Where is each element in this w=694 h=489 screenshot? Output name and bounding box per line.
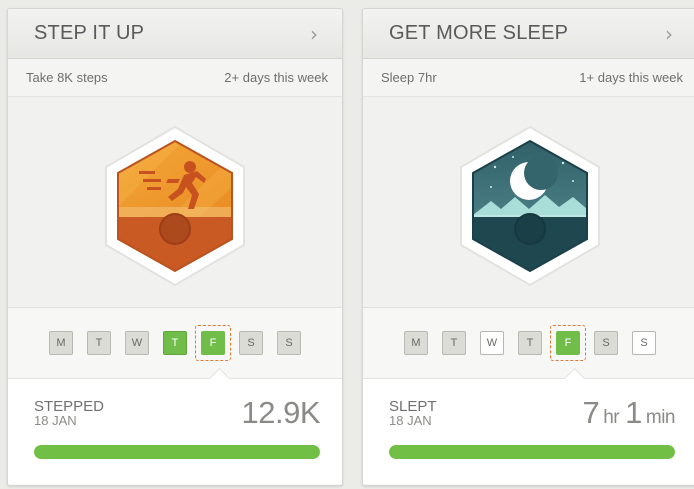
card-title: STEP IT UP (34, 22, 145, 44)
stat-value: 12.9K (241, 395, 320, 430)
day-monday[interactable]: M (404, 331, 428, 355)
stat-label: SLEPT (389, 398, 437, 415)
day-friday[interactable]: F (195, 325, 231, 361)
hours-unit: hr (603, 407, 620, 428)
day-sunday[interactable]: S (632, 331, 656, 355)
goal-row: Take 8K steps 2+ days this week (8, 59, 342, 97)
step-it-up-header[interactable]: STEP IT UP › (8, 9, 342, 59)
stat-area: STEPPED 18 JAN 12.9K (8, 379, 342, 484)
goal-text: Sleep 7hr (381, 70, 437, 85)
card-title: GET MORE SLEEP (389, 22, 569, 44)
badge-area (363, 97, 694, 308)
stat-date: 18 JAN (389, 413, 432, 428)
running-badge-icon (105, 125, 245, 287)
minutes-unit: min (645, 407, 676, 428)
stat-label: STEPPED (34, 398, 105, 415)
chevron-right-icon[interactable]: › (665, 22, 673, 46)
progress-bar (34, 445, 320, 459)
weekday-selector: M T W T F S S (363, 308, 694, 390)
progress-fill (34, 445, 320, 459)
get-more-sleep-header[interactable]: GET MORE SLEEP › (363, 9, 694, 59)
progress-fill (389, 445, 675, 459)
day-tuesday[interactable]: T (442, 331, 466, 355)
day-sunday[interactable]: S (277, 331, 301, 355)
day-friday[interactable]: F (550, 325, 586, 361)
minutes-value: 1 (625, 395, 642, 430)
goal-target: 1+ days this week (579, 70, 683, 85)
sleep-badge-icon (460, 125, 600, 287)
badge-area (8, 97, 342, 308)
stat-value: 7 hr 1 min (582, 395, 675, 431)
day-wednesday[interactable]: W (125, 331, 149, 355)
hours-value: 7 (582, 395, 600, 430)
step-it-up-card: STEP IT UP › Take 8K steps 2+ days this … (7, 8, 343, 486)
day-monday[interactable]: M (49, 331, 73, 355)
get-more-sleep-card: GET MORE SLEEP › Sleep 7hr 1+ days this … (362, 8, 694, 486)
day-tuesday[interactable]: T (87, 331, 111, 355)
goal-row: Sleep 7hr 1+ days this week (363, 59, 694, 97)
stat-area: SLEPT 18 JAN 7 hr 1 min (363, 379, 694, 484)
day-thursday[interactable]: T (163, 331, 187, 355)
stat-date: 18 JAN (34, 413, 77, 428)
goal-text: Take 8K steps (26, 70, 108, 85)
weekday-selector: M T W T F S S (8, 308, 342, 390)
day-wednesday[interactable]: W (480, 331, 504, 355)
goal-target: 2+ days this week (224, 70, 328, 85)
day-saturday[interactable]: S (239, 331, 263, 355)
chevron-right-icon[interactable]: › (310, 22, 318, 46)
progress-bar (389, 445, 675, 459)
day-saturday[interactable]: S (594, 331, 618, 355)
day-thursday[interactable]: T (518, 331, 542, 355)
